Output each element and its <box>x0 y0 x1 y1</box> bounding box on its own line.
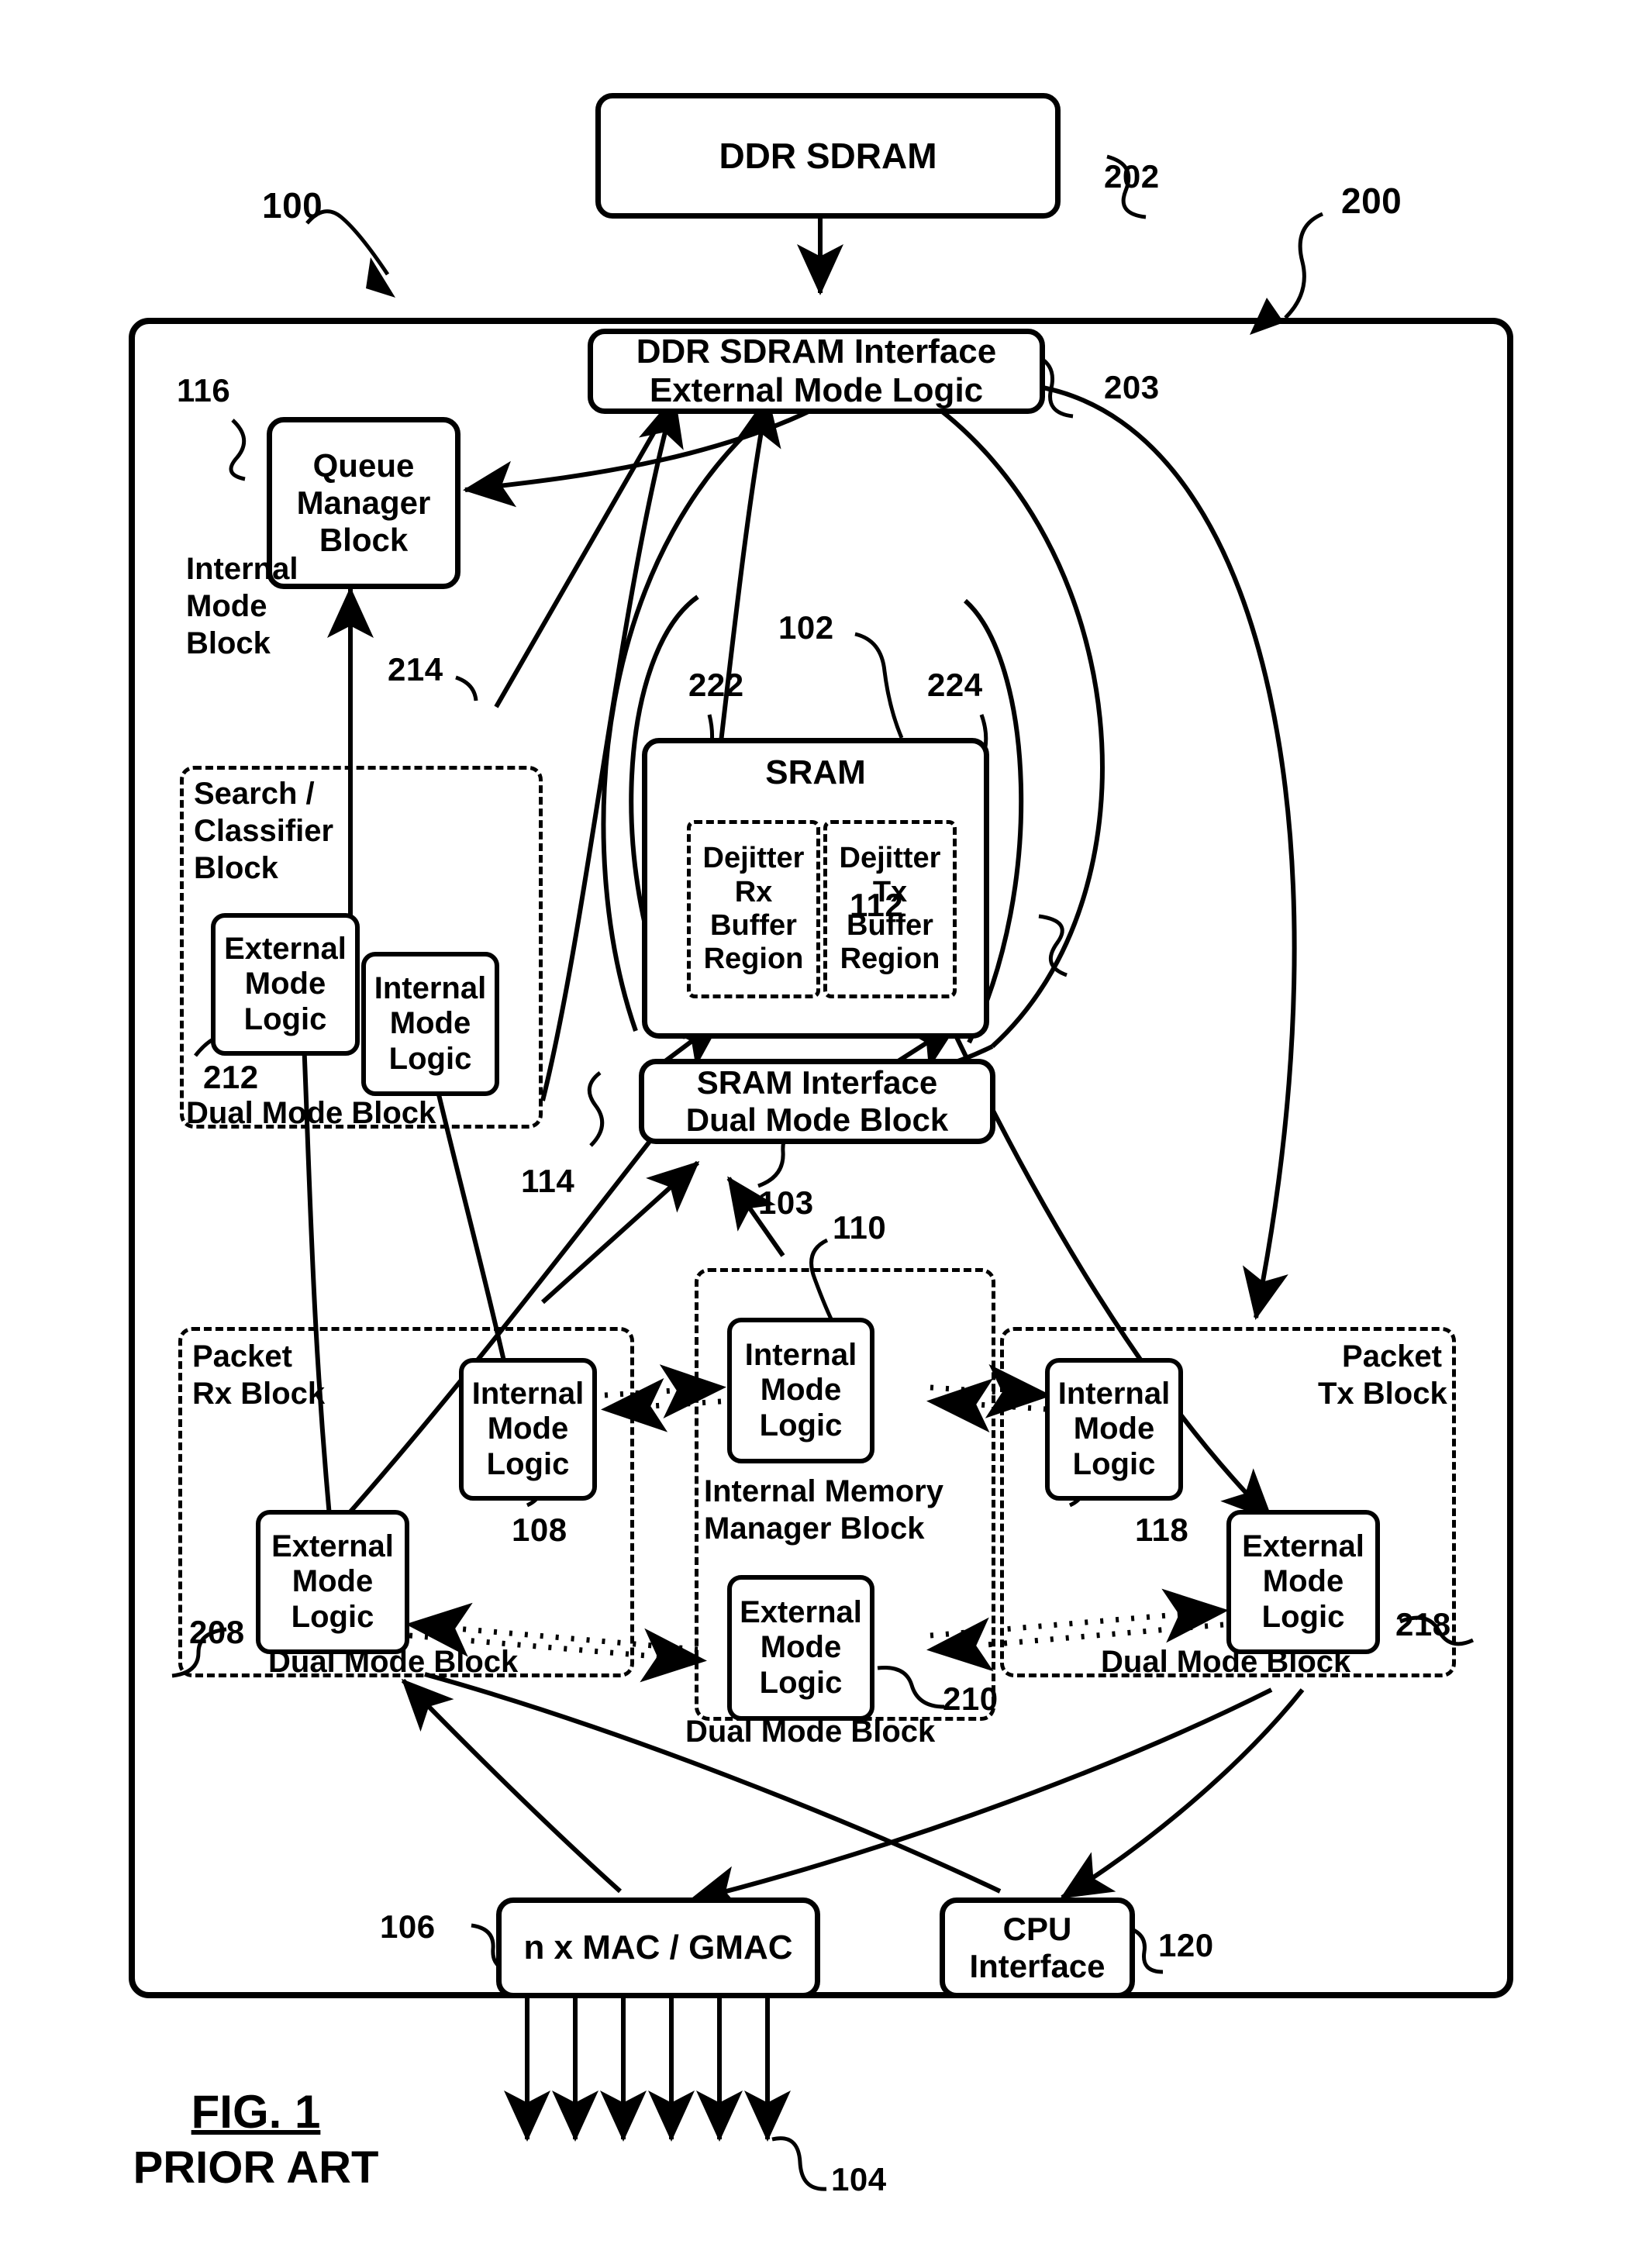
packet-tx-block-label: Packet Tx Block <box>1318 1339 1447 1411</box>
ref-100: 100 <box>262 185 323 226</box>
figure-prior-art: PRIOR ART <box>133 2142 379 2193</box>
imm-internal-mode-logic: Internal Mode Logic <box>727 1318 874 1463</box>
ref-203: 203 <box>1104 369 1160 405</box>
ref-104: 104 <box>831 2161 887 2197</box>
ref-210: 210 <box>943 1680 999 1717</box>
cpu-interface-box: CPU Interface <box>940 1897 1135 1998</box>
mac-gmac-box: n x MAC / GMAC <box>496 1897 820 1998</box>
figure-number: FIG. 1 <box>191 2086 321 2138</box>
packet-rx-dual-mode-block-label: Dual Mode Block <box>268 1645 519 1679</box>
search-internal-mode-logic: Internal Mode Logic <box>361 952 499 1096</box>
ref-208: 208 <box>189 1614 245 1650</box>
packet-rx-block-label: Packet Rx Block <box>192 1339 326 1411</box>
ddr-sdram-box: DDR SDRAM <box>595 93 1061 219</box>
ref-212: 212 <box>203 1059 259 1095</box>
ref-114: 114 <box>521 1163 575 1199</box>
sram-label: SRAM <box>765 753 866 791</box>
figure-caption: FIG. 1 PRIOR ART <box>116 2085 395 2194</box>
ref-120: 120 <box>1158 1927 1214 1963</box>
ref-108: 108 <box>512 1511 567 1548</box>
sram-interface-box: SRAM Interface Dual Mode Block <box>639 1059 995 1144</box>
ref-112: 112 <box>850 887 904 923</box>
ref-102: 102 <box>778 609 834 646</box>
internal-memory-manager-label: Internal Memory Manager Block <box>704 1474 943 1546</box>
imm-dual-mode-block-label: Dual Mode Block <box>685 1715 936 1749</box>
ref-110: 110 <box>833 1209 887 1246</box>
packet-rx-internal-mode-logic: Internal Mode Logic <box>459 1358 597 1501</box>
ref-218: 218 <box>1395 1606 1451 1642</box>
packet-tx-dual-mode-block-label: Dual Mode Block <box>1101 1645 1351 1679</box>
search-dual-mode-block-label: Dual Mode Block <box>186 1096 436 1130</box>
packet-tx-internal-mode-logic: Internal Mode Logic <box>1045 1358 1183 1501</box>
ref-214: 214 <box>388 651 443 688</box>
dejitter-rx-buffer-region: Dejitter Rx Buffer Region <box>687 820 820 998</box>
packet-rx-external-mode-logic: External Mode Logic <box>256 1510 409 1654</box>
ref-202: 202 <box>1104 158 1160 195</box>
ref-106: 106 <box>380 1908 436 1945</box>
ref-118: 118 <box>1135 1511 1189 1548</box>
ddr-sdram-interface-box: DDR SDRAM Interface External Mode Logic <box>588 329 1045 414</box>
search-classifier-label: Search / Classifier Block <box>194 777 334 885</box>
search-external-mode-logic: External Mode Logic <box>211 913 360 1056</box>
packet-tx-external-mode-logic: External Mode Logic <box>1226 1510 1380 1654</box>
ref-116: 116 <box>177 372 231 408</box>
ref-103: 103 <box>758 1184 814 1221</box>
ref-224: 224 <box>927 667 983 703</box>
patent-figure-canvas: DDR SDRAM 202 100 200 DDR SDRAM Interfac… <box>0 0 1635 2268</box>
ref-200: 200 <box>1341 181 1402 221</box>
internal-mode-block-label: Internal Mode Block <box>186 552 298 660</box>
ref-222: 222 <box>688 667 744 703</box>
imm-external-mode-logic: External Mode Logic <box>727 1575 874 1721</box>
